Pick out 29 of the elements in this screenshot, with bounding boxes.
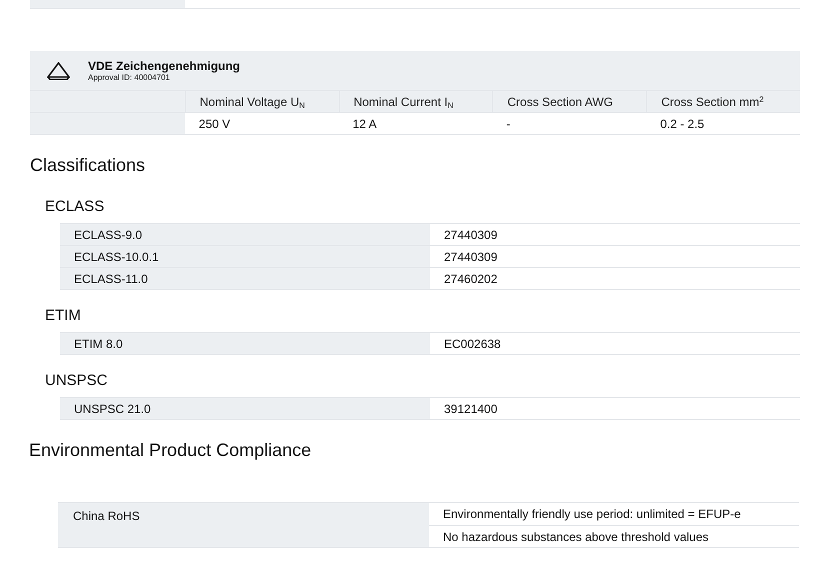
table-cell-text: 27460202 [443, 270, 498, 288]
table-cell-text: 0.2 - 2.5 [660, 116, 704, 132]
group-heading: ETIM [45, 306, 81, 326]
section-heading: Classifications [30, 154, 146, 177]
table-cell-text: 27440309 [443, 226, 498, 244]
approval-title: VDE Zeichengenehmigung [88, 58, 240, 72]
table-cell-text: - [506, 116, 510, 132]
table-cell: ECLASS-11.0 [60, 268, 430, 289]
table-cell: China RoHS [58, 503, 429, 547]
table-cell: ECLASS-9.0 [60, 224, 430, 245]
group-heading: ECLASS [45, 197, 104, 217]
triangle-mark-icon [47, 62, 70, 80]
table-cell: UNSPSC 21.0 [60, 398, 430, 419]
table-cell-text: 250 V [198, 116, 230, 132]
column-header: Nominal Voltage U$_{N}$ [200, 94, 305, 110]
table-cell: No hazardous substances above threshold values [429, 525, 799, 547]
table-cell-text: Environmentally friendly use period: unlimited = EFUP-e [442, 506, 742, 523]
table-cell-text: 39121400 [443, 400, 498, 418]
column-header: Nominal Current I$_{N}$ [354, 94, 454, 110]
column-header: Cross Section mm$^{2}$ [661, 94, 764, 110]
table-cell-text: 27440309 [443, 248, 498, 266]
table-cell-text: 12 A [352, 116, 377, 132]
section-heading: Environmental Product Compliance [29, 439, 312, 462]
table-cell: ECLASS-10.0.1 [60, 246, 430, 267]
table-cell: ETIM 8.0 [60, 333, 430, 354]
table-cell-text: EC002638 [443, 336, 502, 352]
approval-id: Approval ID: 40004701 [88, 72, 171, 82]
group-heading: UNSPSC [45, 371, 108, 391]
column-header: Cross Section AWG [507, 94, 613, 110]
